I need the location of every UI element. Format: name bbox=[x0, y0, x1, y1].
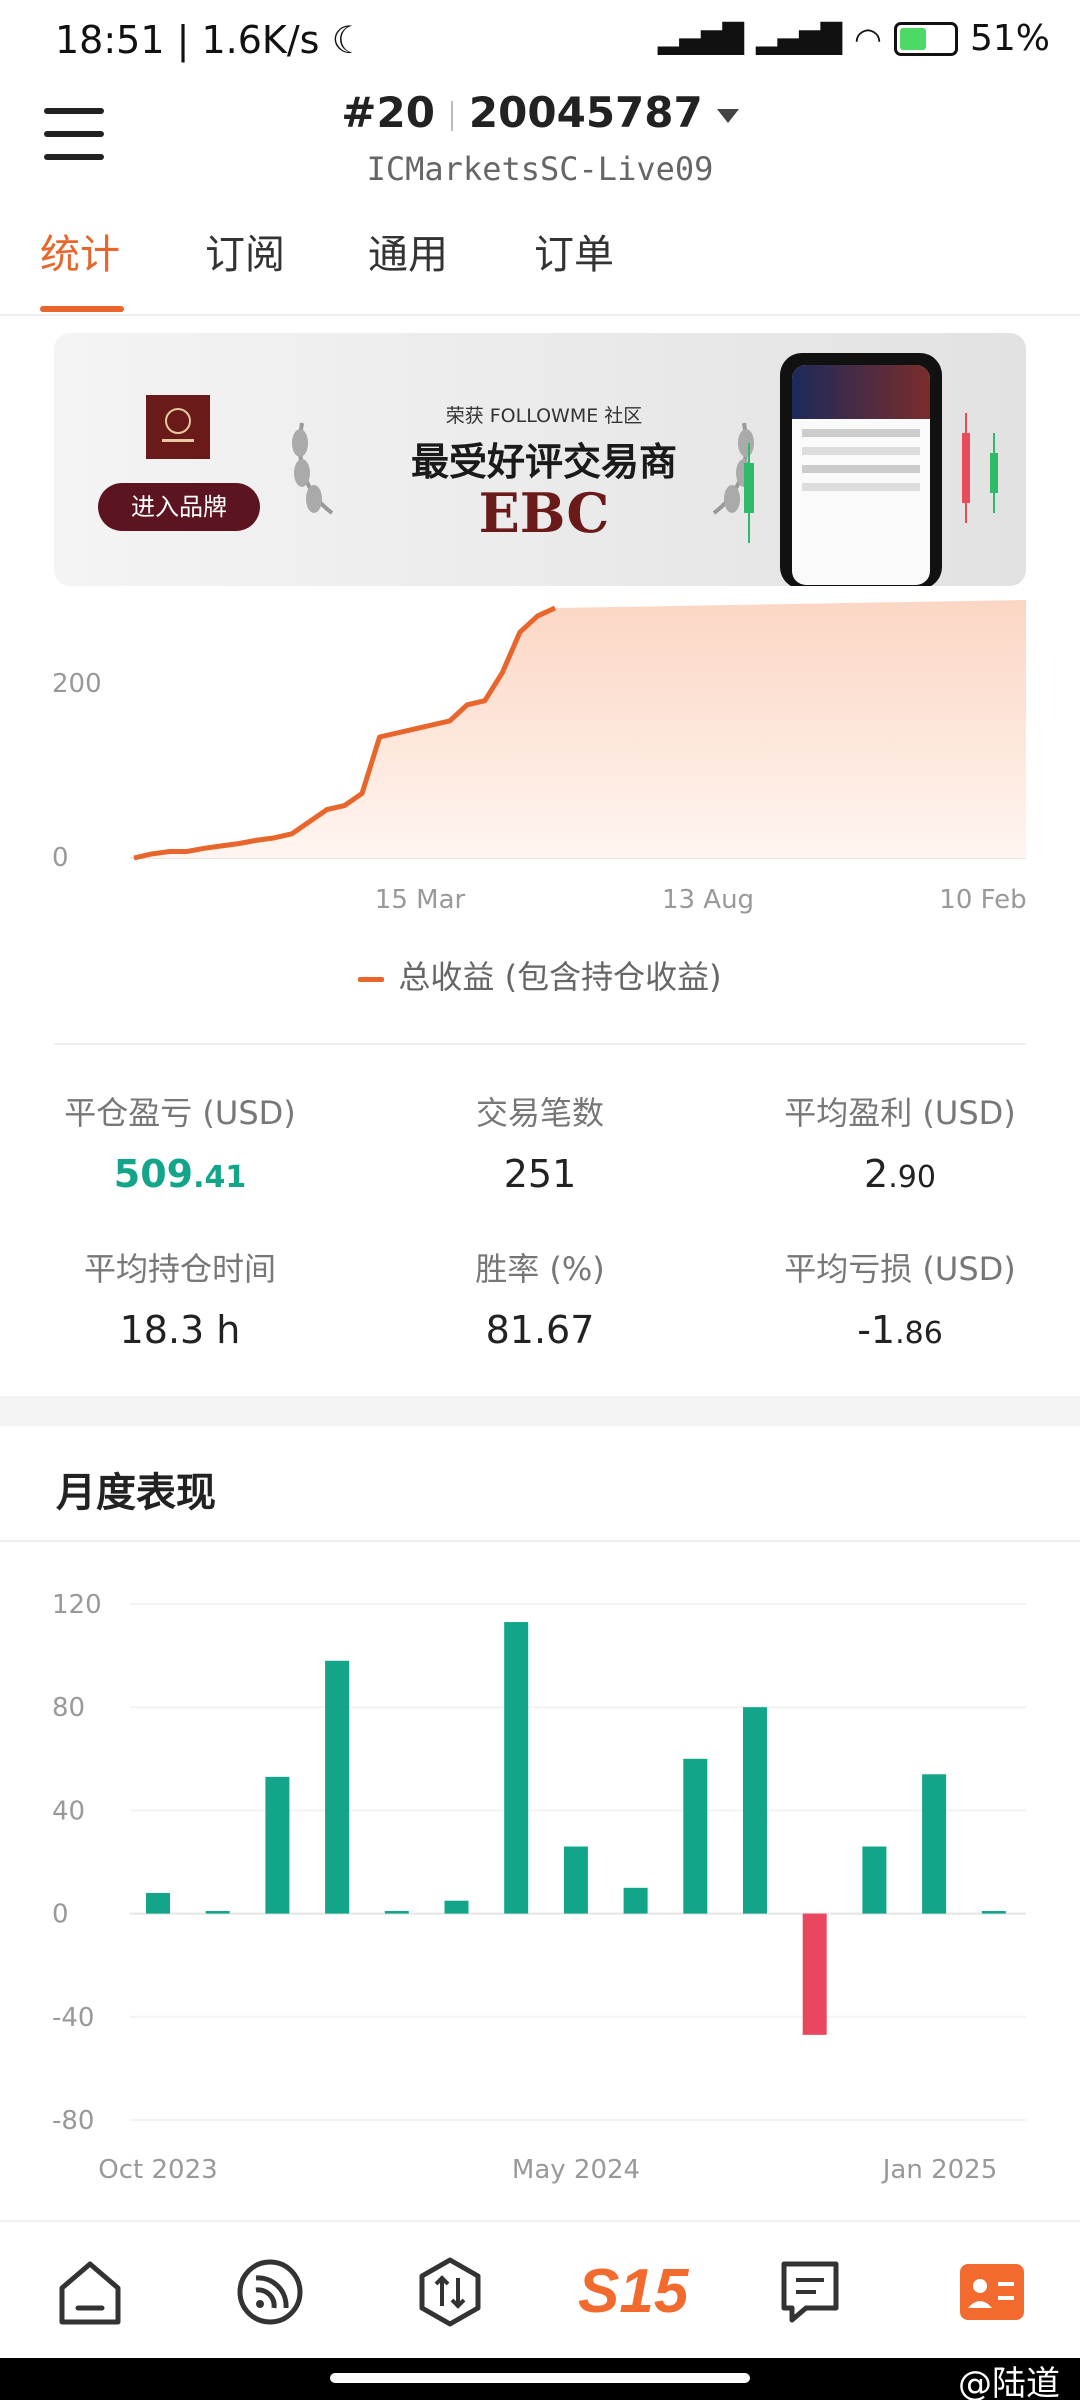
section-separator bbox=[0, 1396, 1080, 1426]
battery-icon bbox=[893, 21, 958, 56]
feed-icon[interactable] bbox=[230, 2252, 310, 2332]
legend-label: 总收益 (包含持仓收益) bbox=[398, 958, 722, 996]
avg-hold-time-value: 18.3 h bbox=[119, 1308, 241, 1352]
y-tick-label: -40 bbox=[52, 2003, 94, 2033]
tab-stats[interactable]: 统计 bbox=[40, 222, 120, 280]
x-tick-label: May 2024 bbox=[512, 2155, 640, 2185]
award-title: 最受好评交易商 bbox=[410, 440, 677, 484]
enter-brand-button[interactable]: 进入品牌 bbox=[98, 483, 260, 531]
bar[interactable] bbox=[384, 1911, 409, 1914]
y-tick-label: 0 bbox=[52, 843, 69, 873]
y-tick-label: 40 bbox=[52, 1796, 85, 1826]
bar[interactable] bbox=[205, 1911, 230, 1914]
closed-pnl-value: 509.41 bbox=[113, 1152, 247, 1196]
wifi-icon: ◠ bbox=[854, 19, 882, 58]
monthly-bar-chart: 120 80 40 0 -40 -80 Oct 2023 May 2024 Jan 202… bbox=[52, 1590, 1026, 2185]
account-number: 20045787 bbox=[468, 88, 703, 137]
bar[interactable] bbox=[802, 1913, 827, 2035]
tab-orders[interactable]: 订单 bbox=[534, 222, 614, 280]
award-brand: EBC bbox=[478, 481, 610, 545]
message-icon[interactable] bbox=[770, 2252, 850, 2332]
y-tick-label: 200 bbox=[52, 669, 102, 699]
bar[interactable] bbox=[922, 1774, 947, 1914]
stat-label: 平均盈利 (USD) bbox=[784, 1094, 1016, 1132]
equity-legend: 总收益 (包含持仓收益) bbox=[0, 952, 1080, 998]
avg-loss-value: -1.86 bbox=[857, 1308, 943, 1352]
status-time: 18:51 | 1.6K/s ☾ bbox=[55, 18, 366, 62]
y-tick-label: -80 bbox=[52, 2106, 94, 2136]
legend-swatch bbox=[358, 976, 385, 982]
tab-general[interactable]: 通用 bbox=[368, 222, 448, 280]
laurel-left-icon bbox=[292, 422, 334, 515]
account-selector[interactable]: #20 20045787 bbox=[0, 88, 1080, 137]
win-rate-value: 81.67 bbox=[485, 1308, 595, 1352]
x-tick-label: 13 Aug bbox=[662, 885, 754, 915]
tab-subscribe[interactable]: 订阅 bbox=[205, 222, 285, 280]
bar[interactable] bbox=[743, 1707, 767, 1914]
bar[interactable] bbox=[981, 1911, 1006, 1914]
home-icon[interactable] bbox=[50, 2252, 130, 2332]
home-indicator[interactable] bbox=[330, 2373, 750, 2383]
x-tick-label: Jan 2025 bbox=[881, 2155, 998, 2185]
award-subtitle: 荣获 FOLLOWME 社区 bbox=[445, 405, 643, 427]
stat-label: 平仓盈亏 (USD) bbox=[64, 1094, 296, 1132]
promo-banner[interactable]: 进入品牌 荣获 FOLLOWME 社区 最受好评交易商 EBC bbox=[54, 333, 1026, 586]
bar[interactable] bbox=[504, 1622, 529, 1914]
bar[interactable] bbox=[325, 1660, 350, 1914]
trade-count-value: 251 bbox=[503, 1152, 577, 1196]
watermark: @陆道 bbox=[958, 2364, 1060, 2404]
phone-screen bbox=[792, 365, 930, 585]
status-bar: 18:51 | 1.6K/s ☾ ▂▄▆█ ▂▄▆█ ◠ 51% bbox=[0, 0, 1080, 80]
bar[interactable] bbox=[862, 1846, 887, 1914]
x-tick-label: 10 Feb bbox=[939, 885, 1026, 915]
tab-bar: 统计 订阅 通用 订单 bbox=[0, 222, 1080, 316]
bar[interactable] bbox=[444, 1900, 469, 1914]
bar[interactable] bbox=[265, 1776, 290, 1914]
y-tick-label: 0 bbox=[52, 1900, 69, 1930]
equity-area bbox=[134, 600, 1026, 858]
account-rank: #20 bbox=[341, 88, 435, 137]
y-tick-label: 80 bbox=[52, 1693, 85, 1723]
x-tick-label: 15 Mar bbox=[375, 885, 466, 915]
bar[interactable] bbox=[563, 1846, 588, 1914]
bar[interactable] bbox=[683, 1758, 708, 1914]
brand-logo-icon bbox=[146, 395, 210, 459]
bottom-nav: S15 bbox=[0, 2220, 1080, 2360]
trade-icon[interactable] bbox=[410, 2252, 490, 2332]
stat-label: 交易笔数 bbox=[475, 1094, 604, 1132]
signal-icon: ▂▄▆█ bbox=[657, 22, 744, 55]
bar[interactable] bbox=[623, 1887, 648, 1914]
signal-icon: ▂▄▆█ bbox=[755, 22, 843, 55]
monthly-title: 月度表现 bbox=[56, 1470, 216, 1516]
candlestick-icon bbox=[962, 413, 998, 523]
profile-icon[interactable] bbox=[952, 2252, 1032, 2332]
active-tab-indicator bbox=[40, 306, 124, 312]
stat-label: 平均持仓时间 bbox=[83, 1250, 276, 1288]
divider bbox=[0, 1540, 1080, 1542]
candlestick-icon bbox=[744, 443, 754, 543]
battery-percent: 51% bbox=[969, 18, 1050, 59]
x-tick-label: Oct 2023 bbox=[98, 2155, 217, 2185]
avg-profit-value: 2.90 bbox=[864, 1152, 936, 1196]
account-server: ICMarketsSC-Live09 bbox=[366, 150, 714, 188]
divider bbox=[54, 1043, 1026, 1045]
stat-label: 胜率 (%) bbox=[475, 1250, 605, 1288]
chevron-down-icon bbox=[716, 108, 739, 123]
bar[interactable] bbox=[146, 1892, 170, 1914]
y-tick-label: 120 bbox=[52, 1590, 102, 1620]
stat-label: 平均亏损 (USD) bbox=[784, 1250, 1016, 1288]
equity-chart: 200 0 15 Mar 13 Aug 10 Feb bbox=[52, 600, 1027, 915]
s15-logo[interactable]: S15 bbox=[578, 2252, 688, 2332]
status-icons: ▂▄▆█ ▂▄▆█ ◠ 51% bbox=[658, 18, 1050, 59]
